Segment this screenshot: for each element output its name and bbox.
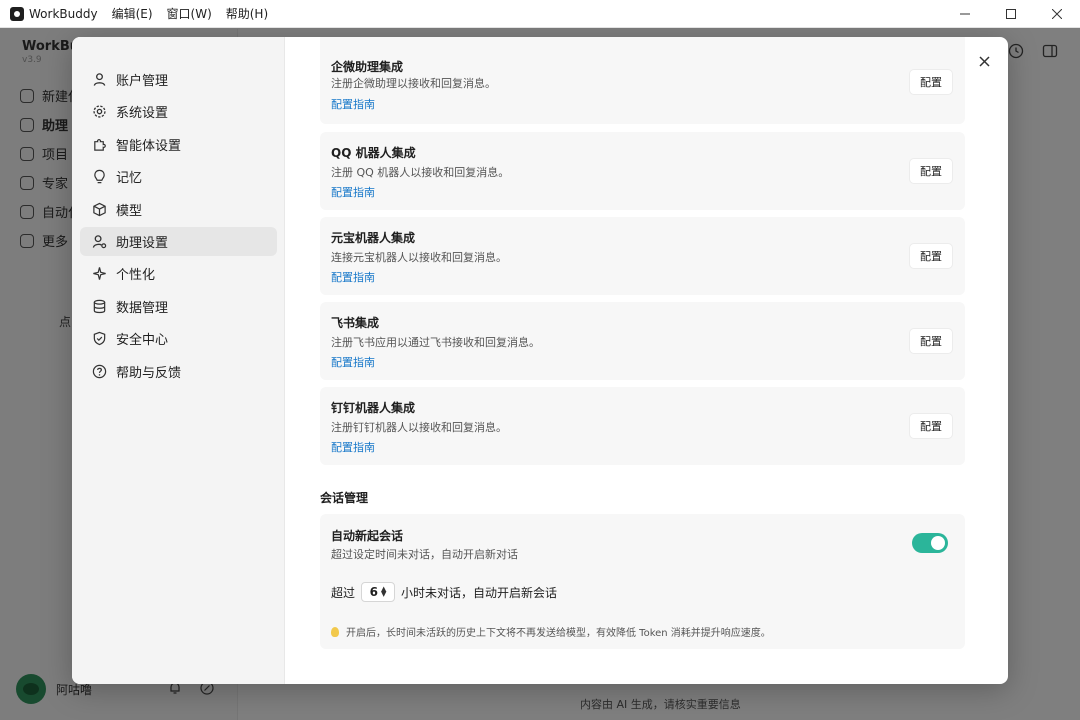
configure-button[interactable]: 配置 <box>909 69 953 95</box>
window-close-button[interactable] <box>1034 0 1080 28</box>
integration-title: 钉钉机器人集成 <box>331 401 416 415</box>
integration-guide-link[interactable]: 配置指南 <box>331 184 375 200</box>
integration-desc: 注册飞书应用以通过飞书接收和回复消息。 <box>331 336 540 349</box>
integration-card-dingtalk: 钉钉机器人集成 注册钉钉机器人以接收和回复消息。 配置指南 配置 <box>320 387 965 465</box>
app-logo-icon <box>10 6 24 21</box>
lightbulb-icon <box>331 626 339 637</box>
menu-help[interactable]: 帮助(H) <box>226 5 268 22</box>
integration-title: 企微助理集成 <box>331 60 404 74</box>
title-bar: WorkBuddy 编辑(E) 窗口(W) 帮助(H) <box>0 0 1080 28</box>
integration-guide-link[interactable]: 配置指南 <box>331 269 375 285</box>
integration-title: 元宝机器人集成 <box>331 231 416 245</box>
integration-card-qq: QQ 机器人集成 注册 QQ 机器人以接收和回复消息。 配置指南 配置 <box>320 132 965 210</box>
menu-edit[interactable]: 编辑(E) <box>112 5 153 22</box>
maximize-button[interactable] <box>988 0 1034 28</box>
auto-session-toggle[interactable] <box>912 533 948 553</box>
integration-title: QQ 机器人集成 <box>331 146 416 160</box>
sidebar-item-memory[interactable]: 记忆 <box>80 162 277 191</box>
user-icon <box>93 73 106 86</box>
section-title-session: 会话管理 <box>320 491 369 505</box>
sidebar-item-personalize[interactable]: 个性化 <box>80 259 277 288</box>
sidebar-item-account[interactable]: 账户管理 <box>80 65 277 94</box>
auto-session-card: 自动新起会话 超过设定时间未对话，自动开启新对话 超过 6 ▲ ▼ 小时未对话，自… <box>320 514 965 649</box>
minimize-icon <box>960 13 970 15</box>
sidebar-item-assistant[interactable]: 助理设置 <box>80 226 277 256</box>
integration-card-wecom: 企微助理集成 注册企微助理以接收和回复消息。 配置指南 配置 <box>320 37 965 124</box>
hours-value: 6 <box>369 585 378 599</box>
sidebar-item-security[interactable]: 安全中心 <box>80 324 277 353</box>
auto-session-row: 超过 6 ▲ ▼ 小时未对话，自动开启新会话 <box>331 582 557 602</box>
sidebar-item-label: 助理设置 <box>116 235 169 251</box>
sidebar-item-label: 智能体设置 <box>116 138 182 154</box>
help-icon <box>92 364 107 378</box>
auto-session-desc: 超过设定时间未对话，自动开启新对话 <box>331 548 518 561</box>
menu-window[interactable]: 窗口(W) <box>167 5 212 22</box>
window-close-icon <box>1052 9 1062 19</box>
session-tip-text: 开启后，长时间未活跃的历史上下文将不再发送给模型，有效降低 Token 消耗并提… <box>346 628 771 639</box>
gear-icon <box>93 105 106 118</box>
integration-desc: 注册企微助理以接收和回复消息。 <box>331 77 496 90</box>
memory-icon <box>94 169 105 184</box>
settings-dialog: 账户管理 系统设置 智能体设置 记忆 模型 助理设置 个性化 数据管理 安全中心… <box>72 37 1008 684</box>
maximize-icon <box>1006 9 1016 19</box>
sidebar-item-label: 账户管理 <box>116 74 169 89</box>
integration-desc: 注册 QQ 机器人以接收和回复消息。 <box>331 166 510 179</box>
assistant-icon <box>92 235 107 249</box>
session-tip: 开启后，长时间未活跃的历史上下文将不再发送给模型，有效降低 Token 消耗并提… <box>331 624 771 639</box>
minimize-button[interactable] <box>942 0 988 28</box>
app-name: WorkBuddy <box>29 6 98 21</box>
sidebar-item-label: 个性化 <box>116 268 156 284</box>
configure-button[interactable]: 配置 <box>909 243 953 269</box>
integration-guide-link[interactable]: 配置指南 <box>331 354 375 370</box>
hours-suffix: 小时未对话，自动开启新会话 <box>401 585 558 600</box>
settings-sidebar: 账户管理 系统设置 智能体设置 记忆 模型 助理设置 个性化 数据管理 安全中心… <box>72 37 285 684</box>
hours-prefix: 超过 <box>331 585 356 600</box>
cube-icon <box>93 202 106 216</box>
sidebar-item-agent[interactable]: 智能体设置 <box>80 130 277 159</box>
integration-desc: 注册钉钉机器人以接收和回复消息。 <box>331 421 507 434</box>
sparkle-icon <box>93 267 106 281</box>
sidebar-item-label: 数据管理 <box>116 300 169 316</box>
stepper-arrows-icon[interactable]: ▲ ▼ <box>381 586 386 598</box>
sidebar-item-system[interactable]: 系统设置 <box>80 97 277 126</box>
hours-stepper[interactable]: 6 ▲ ▼ <box>361 582 396 602</box>
auto-session-title: 自动新起会话 <box>331 529 404 543</box>
integration-title: 飞书集成 <box>331 316 380 330</box>
integration-card-feishu: 飞书集成 注册飞书应用以通过飞书接收和回复消息。 配置指南 配置 <box>320 302 965 380</box>
settings-content: 企微助理集成 注册企微助理以接收和回复消息。 配置指南 配置 QQ 机器人集成 … <box>285 37 1008 684</box>
sidebar-item-model[interactable]: 模型 <box>80 195 277 224</box>
sidebar-item-label: 系统设置 <box>116 106 169 122</box>
configure-button[interactable]: 配置 <box>909 413 953 439</box>
database-icon <box>93 299 106 313</box>
integration-guide-link[interactable]: 配置指南 <box>331 439 375 455</box>
integration-card-yuanbao: 元宝机器人集成 连接元宝机器人以接收和回复消息。 配置指南 配置 <box>320 217 965 295</box>
sidebar-item-label: 帮助与反馈 <box>116 365 182 381</box>
sidebar-item-label: 记忆 <box>116 171 143 187</box>
integration-desc: 连接元宝机器人以接收和回复消息。 <box>331 251 507 264</box>
sidebar-item-label: 安全中心 <box>116 333 169 349</box>
configure-button[interactable]: 配置 <box>909 158 953 184</box>
puzzle-icon <box>94 138 106 151</box>
shield-icon <box>93 331 106 346</box>
settings-nav: 账户管理 系统设置 智能体设置 记忆 模型 助理设置 个性化 数据管理 安全中心… <box>80 65 277 389</box>
configure-button[interactable]: 配置 <box>909 328 953 354</box>
sidebar-item-help[interactable]: 帮助与反馈 <box>80 357 277 386</box>
sidebar-item-data[interactable]: 数据管理 <box>80 292 277 321</box>
integration-guide-link[interactable]: 配置指南 <box>331 96 375 112</box>
sidebar-item-label: 模型 <box>116 203 143 219</box>
